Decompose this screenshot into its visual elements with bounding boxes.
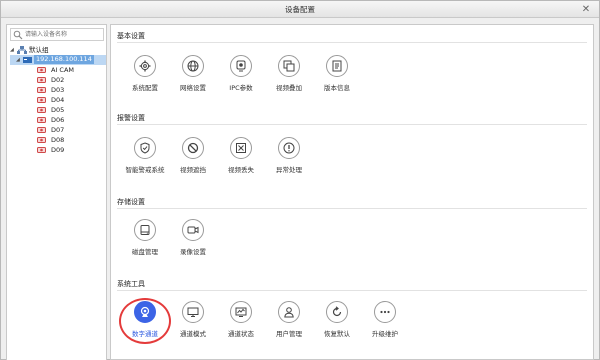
tree-item-channel[interactable]: D05 [10, 105, 106, 115]
search-input[interactable] [25, 29, 103, 40]
record-icon [182, 219, 204, 241]
channel-label: D05 [51, 106, 65, 114]
tile-network[interactable]: 网络设置 [169, 55, 217, 103]
overlay-icon [278, 55, 300, 77]
tree-item-channel[interactable]: D07 [10, 125, 106, 135]
channel-label: D09 [51, 146, 65, 154]
disk-icon [134, 219, 156, 241]
expand-arrow-icon[interactable]: ◢ [16, 55, 22, 65]
channel-label: D04 [51, 96, 65, 104]
group-label: 默认组 [29, 46, 49, 54]
tile-record-settings[interactable]: 录像设置 [169, 219, 217, 267]
channel-label: D07 [51, 126, 65, 134]
search-box [10, 28, 104, 41]
expand-arrow-icon[interactable]: ◢ [10, 45, 16, 55]
gear-icon [134, 55, 156, 77]
camera-icon [230, 55, 252, 77]
channel-camera-icon [37, 77, 46, 83]
section-divider [117, 124, 587, 125]
channel-camera-icon [37, 147, 46, 153]
tile-video-overlay[interactable]: 视频叠加 [265, 55, 313, 103]
tree-item-channel[interactable]: D02 [10, 75, 106, 85]
channel-label: D02 [51, 76, 65, 84]
dialog-body: ◢ 默认组 ◢ 192.168.100.114 AI CAM D02 [1, 18, 599, 360]
box-x-icon [230, 137, 252, 159]
more-icon [374, 301, 396, 323]
tree-item-channel[interactable]: D06 [10, 115, 106, 125]
tile-digital-channel[interactable]: 数字通道 [121, 301, 169, 349]
search-icon[interactable] [13, 30, 23, 40]
device-tree-panel: ◢ 默认组 ◢ 192.168.100.114 AI CAM D02 [6, 24, 107, 360]
tree-item-channel[interactable]: D04 [10, 95, 106, 105]
window-title: 设备配置 [285, 5, 315, 14]
globe-icon [182, 55, 204, 77]
section-divider [117, 42, 587, 43]
tile-channel-mode[interactable]: 通道模式 [169, 301, 217, 349]
device-ip-label: 192.168.100.114 [34, 55, 94, 64]
channel-label: D06 [51, 116, 65, 124]
section-title-storage: 存储设置 [117, 198, 145, 206]
tree-item-channel[interactable]: D03 [10, 85, 106, 95]
channel-camera-icon [37, 107, 46, 113]
channel-camera-icon [37, 97, 46, 103]
tile-exception[interactable]: 异常处理 [265, 137, 313, 185]
webcam-icon [134, 301, 156, 323]
channel-label: D03 [51, 86, 65, 94]
tree-item-group[interactable]: ◢ 默认组 [10, 45, 106, 55]
settings-panel: 基本设置 系统配置 网络设置 IPC参数 视频叠加 版本信息 报警设置 智能警戒… [110, 24, 594, 360]
tree-item-channel[interactable]: AI CAM [10, 65, 106, 75]
tile-restore-default[interactable]: 恢复默认 [313, 301, 361, 349]
channel-label: AI CAM [51, 66, 75, 74]
tile-channel-status[interactable]: 通道状态 [217, 301, 265, 349]
section-title-alarm: 报警设置 [117, 114, 145, 122]
device-config-window: 设备配置 ✕ ◢ 默认组 ◢ 192.168.100.114 [0, 0, 600, 360]
title-bar: 设备配置 ✕ [1, 1, 599, 18]
tree-item-channel[interactable]: D09 [10, 145, 106, 155]
section-divider [117, 290, 587, 291]
restore-icon [326, 301, 348, 323]
exclamation-icon [278, 137, 300, 159]
close-icon[interactable]: ✕ [579, 1, 593, 18]
channel-label: D08 [51, 136, 65, 144]
tile-label: 异常处理 [276, 166, 302, 174]
tile-version-info[interactable]: 版本信息 [313, 55, 361, 103]
tile-label: 版本信息 [324, 84, 350, 92]
monitor-icon [182, 301, 204, 323]
tile-label: 升级维护 [372, 330, 398, 338]
channel-camera-icon [37, 117, 46, 123]
channel-camera-icon [37, 127, 46, 133]
channel-camera-icon [37, 87, 46, 93]
tile-smart-guard[interactable]: 智能警戒系统 [121, 137, 169, 185]
tile-label: 录像设置 [180, 248, 206, 256]
tile-disk-management[interactable]: 磁盘管理 [121, 219, 169, 267]
channel-camera-icon [37, 137, 46, 143]
tile-system-config[interactable]: 系统配置 [121, 55, 169, 103]
status-icon [230, 301, 252, 323]
dvr-icon [23, 57, 32, 63]
tree-item-channel[interactable]: D08 [10, 135, 106, 145]
tile-upgrade-maintenance[interactable]: 升级维护 [361, 301, 409, 349]
tile-user-management[interactable]: 用户管理 [265, 301, 313, 349]
device-tree: ◢ 默认组 ◢ 192.168.100.114 AI CAM D02 D03 D… [10, 45, 106, 155]
document-icon [326, 55, 348, 77]
user-icon [278, 301, 300, 323]
tree-item-device[interactable]: ◢ 192.168.100.114 [10, 55, 106, 65]
block-icon [182, 137, 204, 159]
tile-video-block[interactable]: 视频遮挡 [169, 137, 217, 185]
group-icon [17, 46, 27, 54]
channel-camera-icon [37, 67, 46, 73]
section-title-basic: 基本设置 [117, 32, 145, 40]
shield-icon [134, 137, 156, 159]
section-title-system-tools: 系统工具 [117, 280, 145, 288]
section-divider [117, 208, 587, 209]
tile-ipc-params[interactable]: IPC参数 [217, 55, 265, 103]
tile-video-loss[interactable]: 视频丢失 [217, 137, 265, 185]
